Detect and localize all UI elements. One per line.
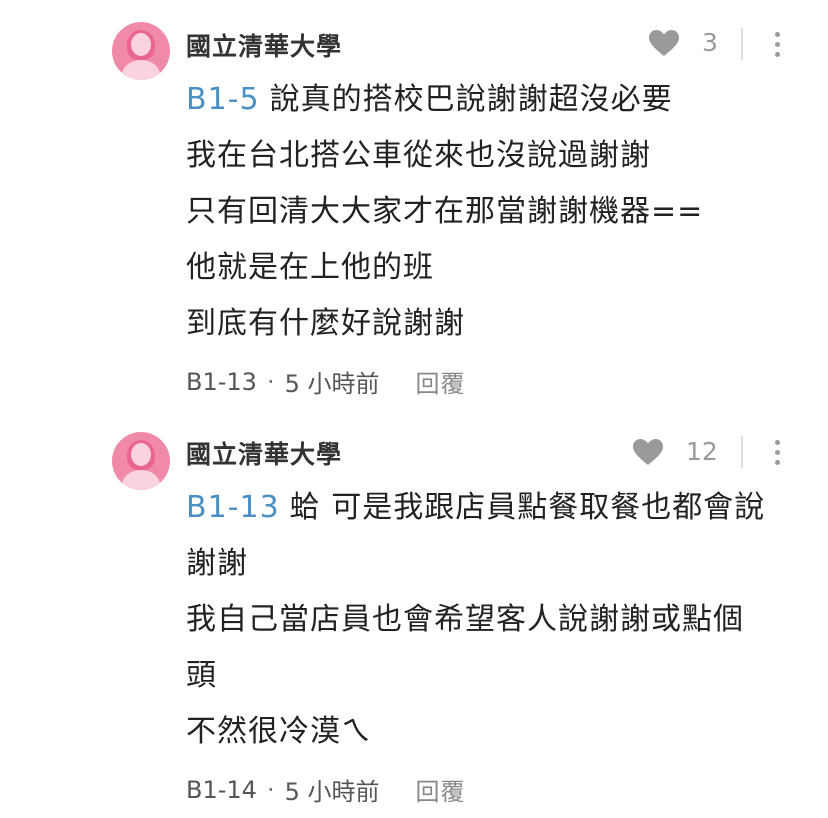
comment-line: 不然很冷漠ㄟ xyxy=(186,714,372,749)
comment-line: 他就是在上他的班 xyxy=(186,250,434,285)
comment-line: 頭 xyxy=(186,658,217,693)
divider xyxy=(741,436,743,468)
comment-line: B1-5 說真的搭校巴說謝謝超沒必要 xyxy=(186,82,673,117)
comment-line: 只有回清大大家才在那當謝謝機器== xyxy=(186,194,704,229)
avatar-icon[interactable] xyxy=(112,22,170,80)
comment-line: B1-13 蛤 可是我跟店員點餐取餐也都會說 xyxy=(186,490,766,525)
comment-body: B1-5 說真的搭校巴說謝謝超沒必要 我在台北搭公車從來也沒說過謝謝 只有回清大大… xyxy=(186,72,703,352)
like-count: 12 xyxy=(686,437,718,466)
heart-icon xyxy=(633,438,663,465)
timestamp: 5 小時前 xyxy=(284,778,380,806)
more-vertical-icon[interactable] xyxy=(772,438,782,468)
comment-author: 國立清華大學 xyxy=(186,32,343,61)
floor-mention-link[interactable]: B1-5 xyxy=(186,82,260,117)
like-button[interactable]: 12 xyxy=(632,437,718,466)
meta-separator: · xyxy=(266,367,275,396)
avatar-icon[interactable] xyxy=(112,432,170,490)
floor-number: B1-14 xyxy=(186,775,257,804)
comment-meta: B1-13 · 5 小時前 回覆 xyxy=(186,364,465,399)
meta-separator: · xyxy=(266,775,275,804)
reply-button[interactable]: 回覆 xyxy=(415,364,465,399)
like-count: 3 xyxy=(702,28,718,57)
comment-line: 謝謝 xyxy=(186,546,248,581)
floor-mention-link[interactable]: B1-13 xyxy=(186,490,280,525)
comment-item: 國立清華大學 3 B1-5 說真的搭校巴說謝謝超沒必要 我在台北搭公車從來也沒說過… xyxy=(0,0,828,410)
divider xyxy=(741,28,743,60)
comment-item: 國立清華大學 12 B1-13 蛤 可是我跟店員點餐取餐也都會說 謝謝 我自己當店… xyxy=(0,410,828,818)
heart-icon xyxy=(649,29,679,56)
more-vertical-icon[interactable] xyxy=(772,30,782,60)
comment-body: B1-13 蛤 可是我跟店員點餐取餐也都會說 謝謝 我自己當店員也會希望客人說謝謝… xyxy=(186,480,765,760)
like-button[interactable]: 3 xyxy=(648,28,718,57)
reply-button[interactable]: 回覆 xyxy=(415,772,465,807)
comment-line: 我在台北搭公車從來也沒說過謝謝 xyxy=(186,138,651,173)
comment-author: 國立清華大學 xyxy=(186,440,343,469)
comment-line: 到底有什麼好說謝謝 xyxy=(186,306,465,341)
comment-meta: B1-14 · 5 小時前 回覆 xyxy=(186,772,465,807)
comment-line: 我自己當店員也會希望客人說謝謝或點個 xyxy=(186,602,744,637)
timestamp: 5 小時前 xyxy=(284,370,380,398)
floor-number: B1-13 xyxy=(186,367,257,396)
